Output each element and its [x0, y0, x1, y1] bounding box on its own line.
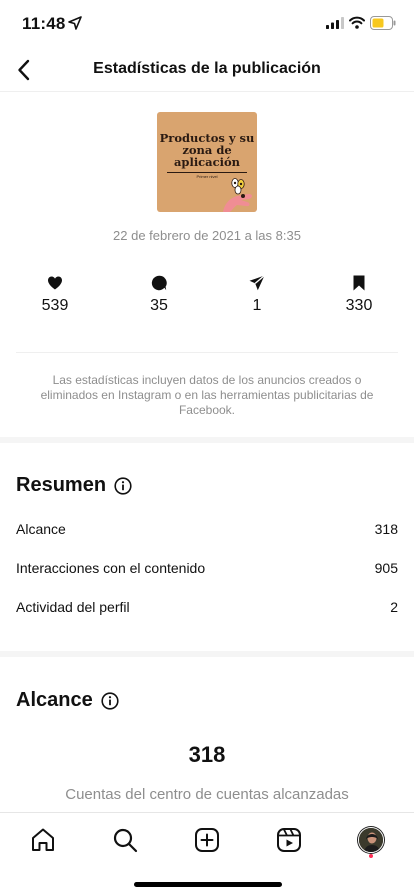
summary-row-reach[interactable]: Alcance 318	[16, 521, 398, 541]
section-separator	[0, 651, 414, 657]
post-metrics: 539 35 1 330	[0, 275, 414, 320]
summary-section-title: Resumen	[16, 474, 132, 497]
tab-create[interactable]	[192, 825, 222, 855]
navigation-bar: Estadísticas de la publicación	[0, 48, 414, 92]
reach-title: Alcance	[16, 689, 93, 711]
avatar-image	[359, 828, 383, 852]
row-value: 905	[374, 560, 398, 576]
likes-metric: 539	[15, 275, 95, 315]
cellular-signal-icon	[326, 17, 344, 29]
comment-icon	[151, 275, 167, 291]
home-icon	[32, 828, 54, 851]
tab-profile[interactable]	[356, 825, 386, 855]
reach-value: 318	[188, 742, 226, 767]
saves-count: 330	[345, 297, 373, 314]
row-value: 318	[374, 521, 398, 537]
bookmark-icon	[353, 275, 365, 291]
likes-count: 539	[41, 297, 69, 314]
share-icon	[249, 275, 265, 291]
summary-row-profile-activity[interactable]: Actividad del perfil 2	[16, 599, 398, 619]
status-time: 11:48	[22, 14, 66, 33]
reach-section-title: Alcance	[16, 689, 119, 712]
home-indicator	[134, 882, 282, 887]
profile-avatar	[358, 827, 384, 853]
status-bar: 11:48	[0, 0, 414, 48]
heart-icon	[48, 276, 62, 290]
summary-title: Resumen	[16, 474, 107, 496]
hand-illustration-icon	[223, 178, 252, 212]
summary-row-interactions[interactable]: Interacciones con el contenido 905	[16, 560, 398, 580]
thumbnail-rule	[167, 172, 247, 173]
shares-metric: 1	[217, 275, 297, 315]
reels-icon	[277, 828, 301, 852]
search-icon	[113, 828, 138, 853]
post-thumbnail[interactable]: Productos y su zona de aplicación Primer…	[157, 112, 257, 212]
reach-caption: Cuentas del centro de cuentas alcanzadas	[65, 786, 349, 803]
thumbnail-title: Productos y su zona de aplicación	[159, 131, 255, 169]
notification-dot	[369, 854, 373, 858]
add-post-icon	[195, 828, 219, 852]
comments-count: 35	[150, 297, 168, 314]
section-separator	[0, 437, 414, 443]
location-arrow-icon	[68, 16, 82, 30]
tab-home[interactable]	[28, 825, 58, 855]
post-date: 22 de febrero de 2021 a las 8:35	[113, 228, 301, 243]
battery-icon	[370, 16, 396, 30]
row-value: 2	[390, 599, 398, 615]
tab-search[interactable]	[110, 825, 140, 855]
saves-metric: 330	[319, 275, 399, 315]
info-icon[interactable]	[101, 691, 119, 710]
divider	[16, 352, 398, 353]
tab-reels[interactable]	[274, 825, 304, 855]
shares-count: 1	[252, 297, 262, 314]
ads-disclaimer: Las estadísticas incluyen datos de los a…	[40, 373, 374, 417]
row-label: Alcance	[16, 521, 66, 537]
page-title: Estadísticas de la publicación	[93, 60, 321, 77]
info-icon[interactable]	[114, 476, 132, 495]
comments-metric: 35	[119, 275, 199, 315]
wifi-icon	[349, 16, 365, 29]
row-label: Interacciones con el contenido	[16, 560, 206, 576]
row-label: Actividad del perfil	[16, 599, 130, 615]
